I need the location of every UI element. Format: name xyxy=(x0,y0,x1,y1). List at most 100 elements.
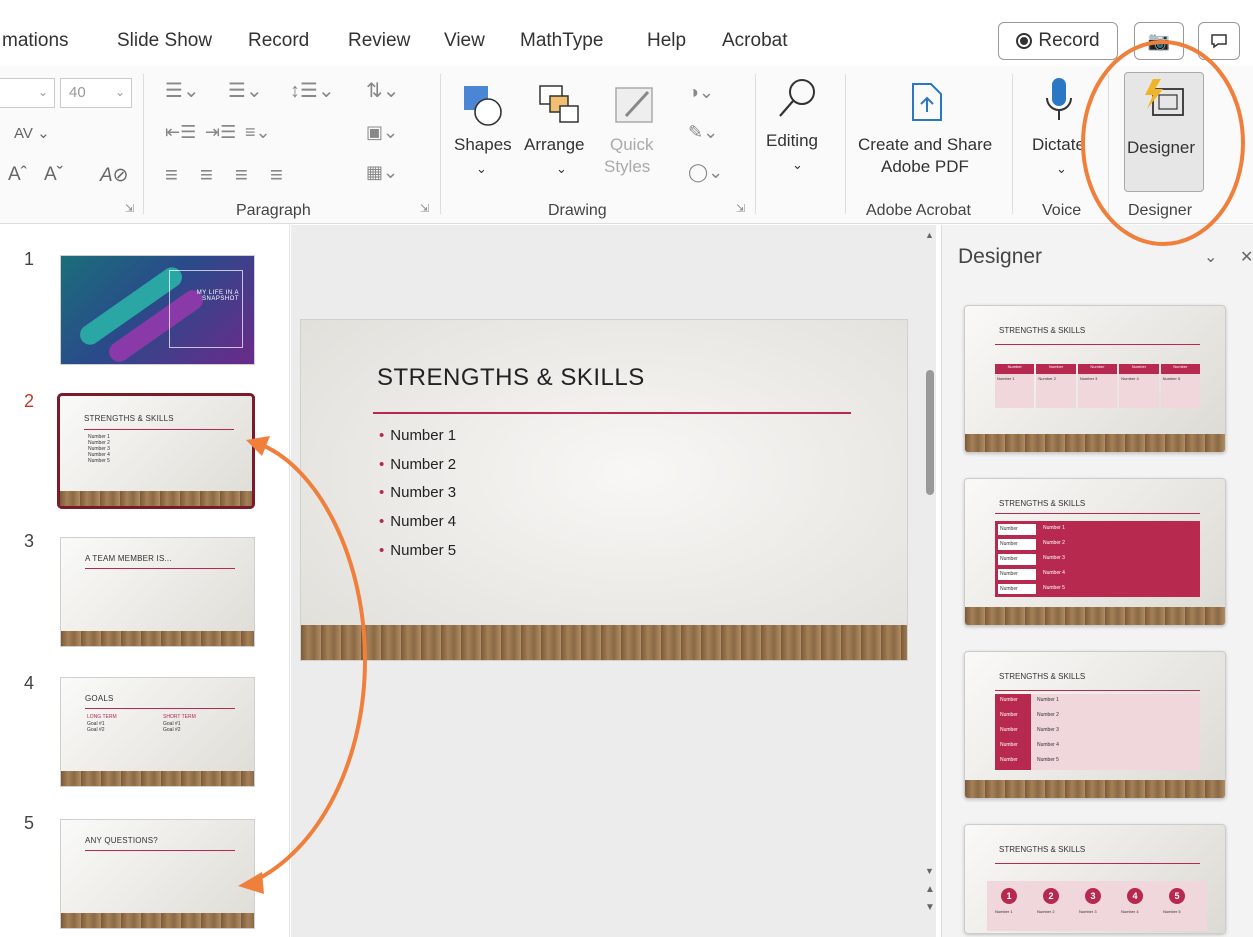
align-left-icon[interactable]: ≡ xyxy=(165,162,178,188)
menu-slide-show[interactable]: Slide Show xyxy=(117,30,212,52)
editing-label: Editing xyxy=(766,131,818,150)
slide-thumbnail-1[interactable]: MY LIFE IN A SNAPSHOT xyxy=(60,255,255,365)
design-card-table: Number Number Number Number Number Numbe… xyxy=(995,694,1200,770)
slide-thumbnail-2[interactable]: STRENGTHS & SKILLS Number 1 Number 2 Num… xyxy=(57,393,255,509)
menu-mathtype[interactable]: MathType xyxy=(520,30,603,52)
decrease-indent-icon[interactable]: ⇤☰ xyxy=(165,122,196,143)
editing-chevron-icon: ⌄ xyxy=(792,157,803,172)
current-slide[interactable]: STRENGTHS & SKILLS • Number 1 • Number 2 •… xyxy=(300,319,908,661)
slide-thumbnail-pane: 1 MY LIFE IN A SNAPSHOT 2 STRENGTHS & SK… xyxy=(0,225,290,937)
design-idea-card[interactable]: STRENGTHS & SKILLS 1 2 3 4 5 Number 1 Nu… xyxy=(964,824,1226,934)
canvas-scrollbar[interactable]: ▲ ▼ ▲ ▼ xyxy=(924,230,938,930)
search-icon xyxy=(779,79,815,117)
thumbnail-2-bullet: Number 5 xyxy=(88,458,110,464)
pane-options-chevron-icon[interactable]: ⌄ xyxy=(1204,247,1217,267)
scroll-up-icon[interactable]: ▲ xyxy=(925,230,934,240)
thumbnail-4-col: SHORT TERM xyxy=(163,714,196,720)
slide-bullet[interactable]: • Number 5 xyxy=(379,542,456,559)
shapes-chevron-icon: ⌄ xyxy=(476,161,487,176)
menu-help[interactable]: Help xyxy=(647,30,686,52)
dictate-chevron-icon: ⌄ xyxy=(1056,161,1067,176)
camera-button[interactable]: 📷 xyxy=(1134,22,1184,60)
slide-number: 2 xyxy=(24,391,35,411)
shapes-label: Shapes xyxy=(454,135,512,154)
arrange-icon xyxy=(539,85,579,123)
editing-button[interactable]: Editing ⌄ xyxy=(760,74,836,188)
comments-button[interactable] xyxy=(1198,22,1240,60)
increase-indent-icon[interactable]: ⇥☰ xyxy=(205,122,236,143)
scroll-down-icon[interactable]: ▼ xyxy=(925,866,934,876)
clear-formatting-icon[interactable]: A⊘ xyxy=(100,164,129,187)
arrange-chevron-icon: ⌄ xyxy=(556,161,567,176)
dictate-label: Dictate xyxy=(1032,135,1085,154)
font-name-dropdown[interactable]: ⌄ xyxy=(0,78,55,108)
menu-record[interactable]: Record xyxy=(248,30,309,52)
bullets-icon[interactable]: ☰⌄ xyxy=(165,78,200,103)
adobe-pdf-label-2: Adobe PDF xyxy=(881,157,969,176)
paragraph-dialog-launcher-icon[interactable]: ⇲ xyxy=(420,202,429,215)
shapes-icon xyxy=(464,86,502,126)
thumbnail-4-col: LONG TERM xyxy=(87,714,117,720)
align-right-icon[interactable]: ≡ xyxy=(235,162,248,188)
slide-thumbnail-4[interactable]: GOALS LONG TERM SHORT TERM Goal #1 Goal … xyxy=(60,677,255,787)
slide-bullet[interactable]: • Number 3 xyxy=(379,484,456,501)
smartart-icon[interactable]: ▦⌄ xyxy=(366,162,398,183)
previous-slide-icon[interactable]: ▲ xyxy=(925,884,935,895)
scroll-thumb[interactable] xyxy=(926,370,934,495)
slide-title[interactable]: STRENGTHS & SKILLS xyxy=(377,364,645,392)
line-spacing-icon[interactable]: ↕☰⌄ xyxy=(290,78,335,103)
design-card-table: Number Number Number Number Number Numbe… xyxy=(995,521,1200,597)
menu-acrobat[interactable]: Acrobat xyxy=(722,30,787,52)
shapes-button[interactable]: Shapes ⌄ xyxy=(450,78,518,188)
designer-button[interactable]: Designer xyxy=(1124,72,1204,192)
microphone-icon xyxy=(1046,78,1072,120)
next-slide-icon[interactable]: ▼ xyxy=(925,902,935,913)
design-idea-card[interactable]: STRENGTHS & SKILLS Number Number Number … xyxy=(964,478,1226,626)
slide-bullet[interactable]: • Number 2 xyxy=(379,456,456,473)
thumbnail-2-title: STRENGTHS & SKILLS xyxy=(84,414,174,423)
arrange-button[interactable]: Arrange ⌄ xyxy=(522,78,602,188)
create-share-adobe-pdf-button[interactable]: Create and Share Adobe PDF xyxy=(852,78,1002,188)
adobe-pdf-label-1: Create and Share xyxy=(858,135,993,154)
align-center-icon[interactable]: ≡ xyxy=(200,162,213,188)
slide-bullet[interactable]: • Number 4 xyxy=(379,513,456,530)
title-underline xyxy=(373,412,851,414)
comment-icon xyxy=(1211,34,1227,49)
increase-font-icon[interactable]: Aˆ xyxy=(8,164,27,186)
designer-pane-title: Designer xyxy=(958,245,1043,268)
menu-animations[interactable]: mations xyxy=(2,30,69,52)
dictate-button[interactable]: Dictate ⌄ xyxy=(1018,74,1098,188)
align-text-icon[interactable]: ▣⌄ xyxy=(366,122,398,143)
ribbon: ⌄ 40 ⌄ AV ⌄ Aˆ Aˇ A⊘ ⇲ ☰⌄ ☰⌄ ↕☰⌄ ⇅⌄ ⇤☰ ⇥☰… xyxy=(0,66,1253,224)
slide-number: 3 xyxy=(24,531,35,551)
menu-bar: mations Slide Show Record Review View Ma… xyxy=(0,0,1253,66)
columns-icon[interactable]: ≡⌄ xyxy=(245,122,271,143)
quick-styles-button[interactable]: Quick Styles xyxy=(600,78,672,188)
menu-review[interactable]: Review xyxy=(348,30,410,52)
font-dialog-launcher-icon[interactable]: ⇲ xyxy=(125,202,134,215)
shape-effects-icon[interactable]: ◯⌄ xyxy=(688,162,723,183)
shape-fill-icon[interactable]: ◑⌄ xyxy=(688,82,714,103)
wood-floor-image xyxy=(301,625,907,660)
shape-outline-icon[interactable]: ✎⌄ xyxy=(688,122,718,143)
numbering-icon[interactable]: ☰⌄ xyxy=(228,78,263,103)
close-pane-icon[interactable]: ✕ xyxy=(1240,247,1253,267)
slide-thumbnail-5[interactable]: ANY QUESTIONS? xyxy=(60,819,255,929)
design-card-title: STRENGTHS & SKILLS xyxy=(999,845,1086,854)
design-idea-card[interactable]: STRENGTHS & SKILLS Number Number Number … xyxy=(964,651,1226,799)
slide-thumbnail-3[interactable]: A TEAM MEMBER IS... xyxy=(60,537,255,647)
menu-view[interactable]: View xyxy=(444,30,485,52)
design-idea-card[interactable]: STRENGTHS & SKILLS Number Number 1 Number… xyxy=(964,305,1226,453)
justify-icon[interactable]: ≡ xyxy=(270,162,283,188)
record-button[interactable]: Record xyxy=(998,22,1118,60)
font-size-dropdown[interactable]: 40 ⌄ xyxy=(60,78,132,108)
group-label-paragraph: Paragraph xyxy=(236,202,311,219)
drawing-dialog-launcher-icon[interactable]: ⇲ xyxy=(736,202,745,215)
text-direction-icon[interactable]: ⇅⌄ xyxy=(366,78,400,103)
thumbnail-4-title: GOALS xyxy=(85,694,114,703)
slide-bullet[interactable]: • Number 1 xyxy=(379,427,456,444)
character-spacing-icon[interactable]: AV ⌄ xyxy=(14,124,50,142)
thumbnail-5-title: ANY QUESTIONS? xyxy=(85,836,158,845)
decrease-font-icon[interactable]: Aˇ xyxy=(44,164,63,186)
thumbnail-4-item: Goal #2 xyxy=(87,727,105,733)
